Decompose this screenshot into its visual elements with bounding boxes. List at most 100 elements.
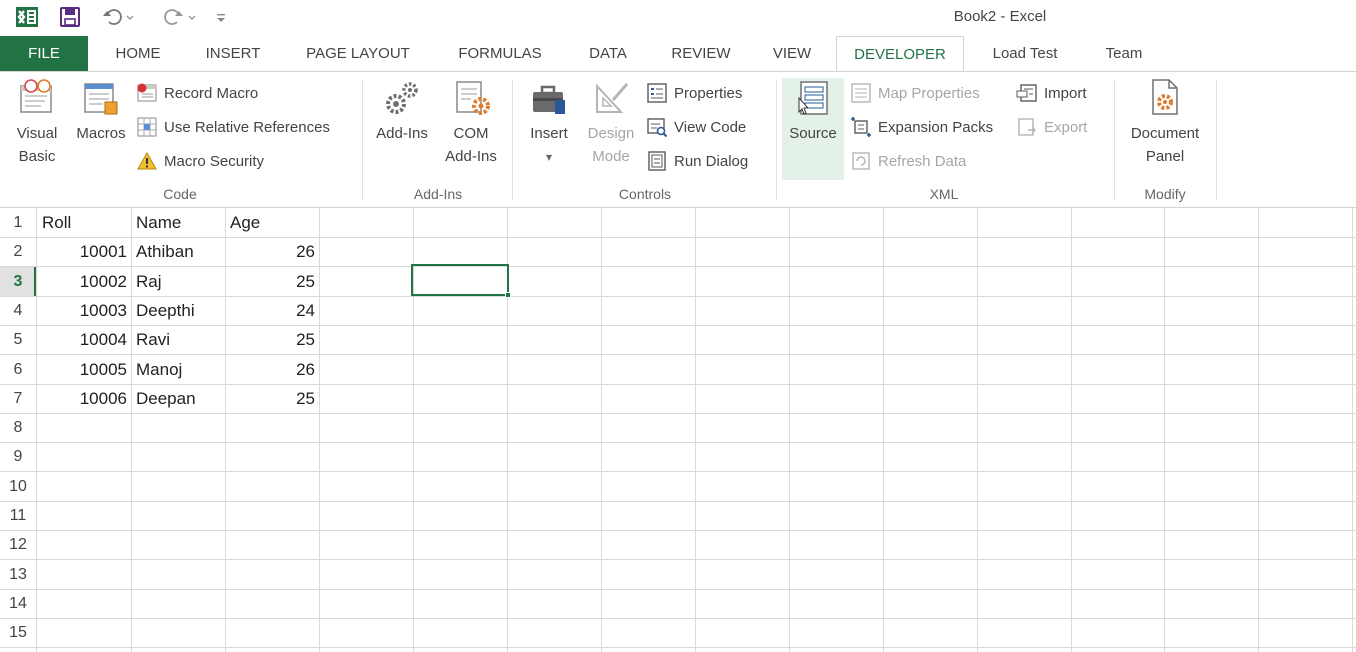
customize-qat-icon[interactable] [212,6,230,28]
cell-b5[interactable]: Ravi [132,325,224,354]
xml-group-label: XML [929,186,959,202]
xml-source-button[interactable]: Source [782,78,844,180]
expansion-packs-icon [851,117,871,137]
map-properties-button[interactable]: Map Properties [850,80,980,106]
grid-line [601,208,602,652]
macros-icon [84,83,118,115]
row-header-10[interactable]: 10 [0,472,36,501]
com-add-ins-label-1: COM [453,125,489,142]
cell-b6[interactable]: Manoj [132,355,224,384]
row-header-5[interactable]: 5 [0,325,36,354]
active-cell-e3[interactable] [411,264,509,296]
insert-control-button[interactable]: Insert ▾ [520,78,578,169]
tab-team[interactable]: Team [1092,36,1156,72]
undo-icon[interactable] [100,6,140,28]
cell-b4[interactable]: Deepthi [132,296,224,325]
group-separator [512,80,513,200]
row-header-11[interactable]: 11 [0,501,36,530]
visual-basic-label-1: Visual [16,125,58,142]
record-macro-label: Record Macro [164,84,259,102]
row-header-3[interactable]: 3 [0,267,36,296]
worksheet-grid[interactable]: 1 2 3 4 5 6 7 8 9 10 11 12 13 14 15 Roll… [0,208,1356,652]
tab-developer[interactable]: DEVELOPER [836,36,964,73]
cell-c3[interactable]: 25 [226,267,319,296]
cell-b1[interactable]: Name [132,208,224,237]
tab-review[interactable]: REVIEW [660,36,742,72]
insert-control-label: Insert [530,125,568,142]
export-button[interactable]: Export [1016,114,1087,140]
visual-basic-button[interactable]: Visual Basic [8,78,66,168]
group-separator [776,80,777,200]
add-ins-button[interactable]: Add-Ins [368,78,436,145]
grid-line [1164,208,1165,652]
macros-button[interactable]: Macros [70,78,132,145]
refresh-data-button[interactable]: Refresh Data [850,148,966,174]
import-button[interactable]: Import [1016,80,1087,106]
excel-logo-icon[interactable] [14,6,40,28]
ribbon-tabs: FILE HOME INSERT PAGE LAYOUT FORMULAS DA… [0,36,1356,73]
row-header-1[interactable]: 1 [0,208,36,237]
properties-button[interactable]: Properties [646,80,742,106]
cell-a5[interactable]: 10004 [38,325,131,354]
tab-load-test[interactable]: Load Test [978,36,1072,72]
row-header-12[interactable]: 12 [0,530,36,559]
grid-line [1258,208,1259,652]
row-header-14[interactable]: 14 [0,589,36,618]
cell-b3[interactable]: Raj [132,267,224,296]
cell-a6[interactable]: 10005 [38,355,131,384]
expansion-packs-button[interactable]: Expansion Packs [850,114,993,140]
row-header-13[interactable]: 13 [0,560,36,589]
gears-icon [386,82,418,114]
cell-c7[interactable]: 25 [226,384,319,413]
cell-b7[interactable]: Deepan [132,384,224,413]
redo-icon[interactable] [156,6,202,28]
tab-file[interactable]: FILE [0,36,88,72]
tab-insert[interactable]: INSERT [190,36,276,72]
design-mode-button[interactable]: Design Mode [580,78,642,168]
window-title: Book2 - Excel [953,8,1047,25]
cell-b2[interactable]: Athiban [132,237,224,266]
row-header-4[interactable]: 4 [0,296,36,325]
cell-c6[interactable]: 26 [226,355,319,384]
group-separator [362,80,363,200]
tab-view[interactable]: VIEW [762,36,822,72]
row-header-9[interactable]: 9 [0,442,36,471]
cell-c2[interactable]: 26 [226,237,319,266]
run-dialog-button[interactable]: Run Dialog [646,148,748,174]
row-header-7[interactable]: 7 [0,384,36,413]
record-macro-button[interactable]: Record Macro [136,80,258,106]
controls-group-label: Controls [618,186,672,202]
row-header-15[interactable]: 15 [0,618,36,647]
use-relative-references-button[interactable]: Use Relative References [136,114,330,140]
row-header-6[interactable]: 6 [0,355,36,384]
macro-security-label: Macro Security [164,152,265,170]
tab-data[interactable]: DATA [576,36,640,72]
tab-formulas[interactable]: FORMULAS [444,36,556,72]
macro-security-button[interactable]: Macro Security [136,148,264,174]
cell-a1[interactable]: Roll [38,208,130,237]
group-separator [1114,80,1115,200]
xml-source-label: Source [789,125,837,142]
document-panel-button[interactable]: Document Panel [1120,78,1210,168]
com-add-ins-button[interactable]: COM Add-Ins [436,78,506,168]
fill-handle[interactable] [505,292,511,298]
row-header-8[interactable]: 8 [0,413,36,442]
run-dialog-label: Run Dialog [674,152,749,170]
cell-a4[interactable]: 10003 [38,296,131,325]
cell-c4[interactable]: 24 [226,296,319,325]
save-icon[interactable] [58,6,82,28]
design-mode-label-1: Design [587,125,635,142]
cell-c1[interactable]: Age [226,208,318,237]
view-code-button[interactable]: View Code [646,114,746,140]
row-header-2[interactable]: 2 [0,237,36,266]
grid-line [0,618,1356,619]
tab-page-layout[interactable]: PAGE LAYOUT [292,36,424,72]
grid-line [1352,208,1353,652]
cell-a2[interactable]: 10001 [38,237,131,266]
cell-a7[interactable]: 10006 [38,384,131,413]
cell-c5[interactable]: 25 [226,325,319,354]
map-properties-icon [851,83,871,103]
toolbox-icon [533,85,565,114]
tab-home[interactable]: HOME [100,36,176,72]
cell-a3[interactable]: 10002 [38,267,131,296]
